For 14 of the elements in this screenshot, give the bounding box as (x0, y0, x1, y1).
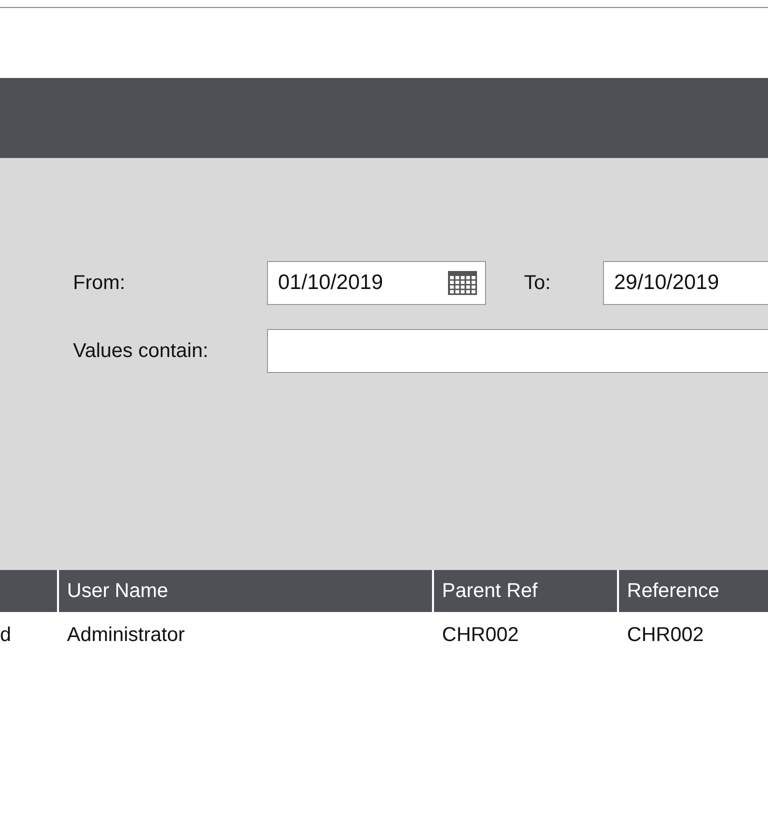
to-date-field[interactable]: 29/10/2019 (603, 261, 768, 305)
to-label: To: (524, 272, 552, 294)
column-header[interactable]: User Name (67, 580, 168, 602)
table-cell-text: CHR002 (441, 624, 520, 646)
values-contain-label: Values contain: (73, 340, 210, 362)
values-contain-field[interactable] (267, 329, 768, 373)
table-cell-text: d (0, 624, 12, 646)
from-label: From: (73, 272, 126, 294)
table-cell-text: CHR002 (626, 624, 705, 646)
column-header[interactable]: Parent Ref (442, 580, 538, 602)
column-header[interactable]: Reference (627, 580, 720, 602)
calendar-icon[interactable] (448, 271, 477, 295)
from-date-field[interactable]: 01/10/2019 (267, 261, 486, 305)
table-cell-text: Administrator (66, 624, 186, 646)
